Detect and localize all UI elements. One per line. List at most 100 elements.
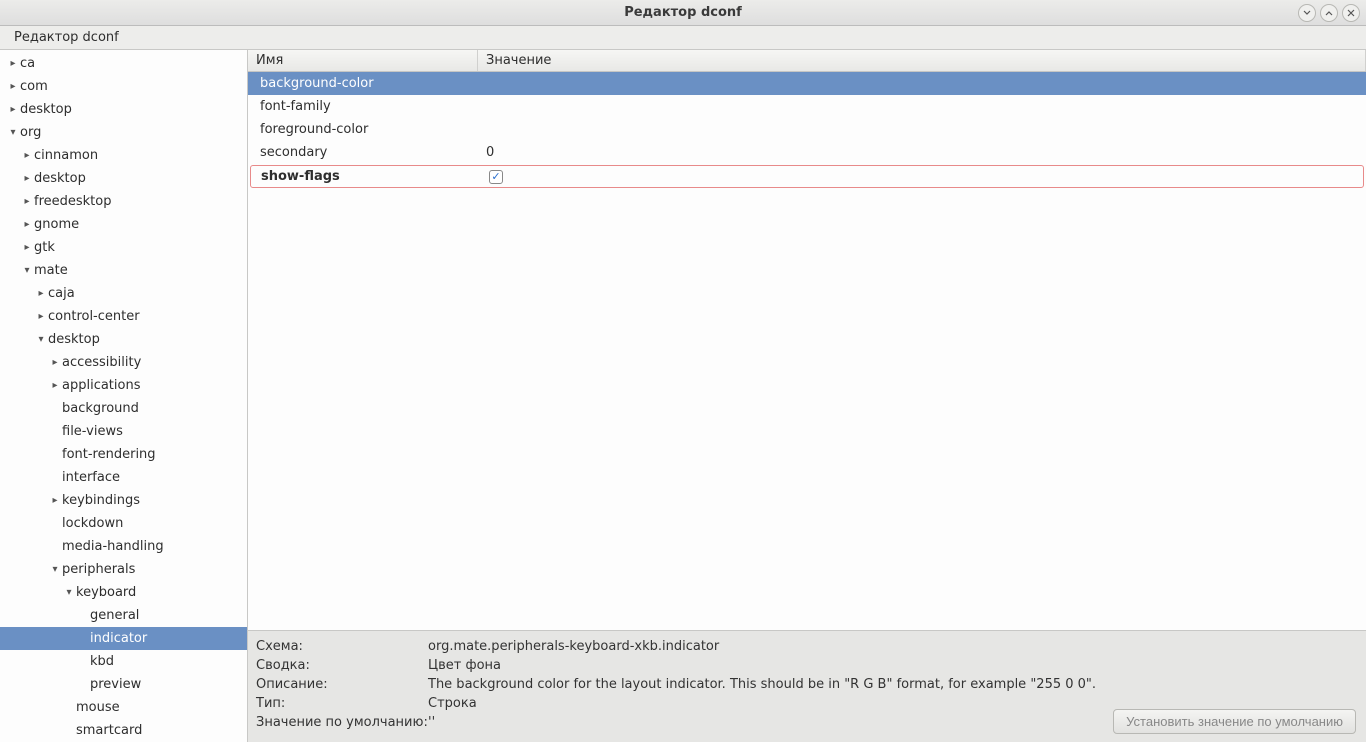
expand-right-icon[interactable]: ▸ bbox=[34, 288, 48, 299]
main-area: ▸ca▸com▸desktop▾org▸cinnamon▸desktop▸fre… bbox=[0, 50, 1366, 742]
description-label: Описание: bbox=[256, 677, 428, 692]
minimize-button[interactable] bbox=[1298, 4, 1316, 22]
expand-right-icon[interactable]: ▸ bbox=[34, 311, 48, 322]
tree-node-desktop[interactable]: ▸desktop bbox=[0, 98, 247, 121]
tree-node-com[interactable]: ▸com bbox=[0, 75, 247, 98]
tree-node-gtk[interactable]: ▸gtk bbox=[0, 236, 247, 259]
tree-node-background[interactable]: background bbox=[0, 397, 247, 420]
tree-node-mouse[interactable]: mouse bbox=[0, 696, 247, 719]
tree-node-font-rendering[interactable]: font-rendering bbox=[0, 443, 247, 466]
tree-node-caja[interactable]: ▸caja bbox=[0, 282, 247, 305]
expand-down-icon[interactable]: ▾ bbox=[48, 564, 62, 575]
expand-right-icon[interactable]: ▸ bbox=[20, 196, 34, 207]
expand-right-icon[interactable]: ▸ bbox=[48, 380, 62, 391]
expand-down-icon[interactable]: ▾ bbox=[62, 587, 76, 598]
key-row-font-family[interactable]: font-family bbox=[248, 95, 1366, 118]
expand-right-icon[interactable]: ▸ bbox=[20, 173, 34, 184]
tree-node-mate[interactable]: ▾mate bbox=[0, 259, 247, 282]
key-row-show-flags[interactable]: show-flags ✓ bbox=[250, 165, 1364, 188]
set-default-button[interactable]: Установить значение по умолчанию bbox=[1113, 709, 1356, 734]
tree-node-keybindings[interactable]: ▸keybindings bbox=[0, 489, 247, 512]
tree-label: preview bbox=[90, 677, 141, 692]
expand-right-icon[interactable]: ▸ bbox=[20, 150, 34, 161]
tree-label: mouse bbox=[76, 700, 120, 715]
expand-right-icon[interactable]: ▸ bbox=[6, 104, 20, 115]
close-button[interactable] bbox=[1342, 4, 1360, 22]
tree-node-org[interactable]: ▾org bbox=[0, 121, 247, 144]
tree-node-interface[interactable]: interface bbox=[0, 466, 247, 489]
summary-value: Цвет фона bbox=[428, 658, 1358, 673]
tree-node-smartcard[interactable]: smartcard bbox=[0, 719, 247, 742]
tree-label: indicator bbox=[90, 631, 147, 646]
key-name: font-family bbox=[248, 99, 478, 114]
tree-label: kbd bbox=[90, 654, 114, 669]
tree-label: caja bbox=[48, 286, 75, 301]
tree-label: mate bbox=[34, 263, 68, 278]
schema-value: org.mate.peripherals-keyboard-xkb.indica… bbox=[428, 639, 1358, 654]
tree-sidebar[interactable]: ▸ca▸com▸desktop▾org▸cinnamon▸desktop▸fre… bbox=[0, 50, 248, 742]
maximize-button[interactable] bbox=[1320, 4, 1338, 22]
checkbox-icon[interactable]: ✓ bbox=[489, 170, 503, 184]
tree-label: ca bbox=[20, 56, 35, 71]
tree-node-preview[interactable]: preview bbox=[0, 673, 247, 696]
tree-node-media-handling[interactable]: media-handling bbox=[0, 535, 247, 558]
key-name: background-color bbox=[248, 76, 478, 91]
key-row-foreground-color[interactable]: foreground-color bbox=[248, 118, 1366, 141]
tree-label: font-rendering bbox=[62, 447, 156, 462]
tree-node-file-views[interactable]: file-views bbox=[0, 420, 247, 443]
tree-label: desktop bbox=[34, 171, 86, 186]
tree-label: gtk bbox=[34, 240, 55, 255]
tree-label: desktop bbox=[20, 102, 72, 117]
tree-node-keyboard[interactable]: ▾keyboard bbox=[0, 581, 247, 604]
description-value: The background color for the layout indi… bbox=[428, 677, 1358, 692]
tree-label: keyboard bbox=[76, 585, 136, 600]
key-value[interactable]: 0 bbox=[478, 145, 1366, 160]
tree-node-peripherals[interactable]: ▾peripherals bbox=[0, 558, 247, 581]
tree-node-desktop[interactable]: ▸desktop bbox=[0, 167, 247, 190]
tree-label: org bbox=[20, 125, 41, 140]
tree-node-indicator[interactable]: indicator bbox=[0, 627, 247, 650]
key-value[interactable]: ✓ bbox=[481, 169, 1363, 184]
expand-right-icon[interactable]: ▸ bbox=[6, 58, 20, 69]
tree-label: gnome bbox=[34, 217, 79, 232]
tree-node-general[interactable]: general bbox=[0, 604, 247, 627]
expand-down-icon[interactable]: ▾ bbox=[20, 265, 34, 276]
tree-label: freedesktop bbox=[34, 194, 112, 209]
column-name[interactable]: Имя bbox=[248, 50, 478, 71]
titlebar: Редактор dconf bbox=[0, 0, 1366, 26]
tree-label: peripherals bbox=[62, 562, 135, 577]
expand-right-icon[interactable]: ▸ bbox=[48, 495, 62, 506]
tree-node-ca[interactable]: ▸ca bbox=[0, 52, 247, 75]
expand-right-icon[interactable]: ▸ bbox=[20, 219, 34, 230]
tree-label: smartcard bbox=[76, 723, 142, 738]
expand-down-icon[interactable]: ▾ bbox=[34, 334, 48, 345]
tree-label: accessibility bbox=[62, 355, 141, 370]
tree-node-cinnamon[interactable]: ▸cinnamon bbox=[0, 144, 247, 167]
tree-node-gnome[interactable]: ▸gnome bbox=[0, 213, 247, 236]
expand-right-icon[interactable]: ▸ bbox=[6, 81, 20, 92]
tree-label: file-views bbox=[62, 424, 123, 439]
tree-label: cinnamon bbox=[34, 148, 98, 163]
window-title: Редактор dconf bbox=[624, 5, 742, 20]
tree-label: com bbox=[20, 79, 48, 94]
key-row-secondary[interactable]: secondary0 bbox=[248, 141, 1366, 164]
tree-node-desktop[interactable]: ▾desktop bbox=[0, 328, 247, 351]
key-row-background-color[interactable]: background-color bbox=[248, 72, 1366, 95]
tree-label: lockdown bbox=[62, 516, 123, 531]
column-value[interactable]: Значение bbox=[478, 50, 1366, 71]
menu-app[interactable]: Редактор dconf bbox=[6, 28, 127, 47]
expand-down-icon[interactable]: ▾ bbox=[6, 127, 20, 138]
tree-node-freedesktop[interactable]: ▸freedesktop bbox=[0, 190, 247, 213]
tree-node-kbd[interactable]: kbd bbox=[0, 650, 247, 673]
tree-node-lockdown[interactable]: lockdown bbox=[0, 512, 247, 535]
content-pane: Имя Значение background-color font-family… bbox=[248, 50, 1366, 742]
tree-node-applications[interactable]: ▸applications bbox=[0, 374, 247, 397]
tree-label: applications bbox=[62, 378, 140, 393]
key-name: show-flags bbox=[251, 169, 481, 184]
tree-node-accessibility[interactable]: ▸accessibility bbox=[0, 351, 247, 374]
tree-label: background bbox=[62, 401, 139, 416]
tree-node-control-center[interactable]: ▸control-center bbox=[0, 305, 247, 328]
key-list[interactable]: background-color font-family foreground-co… bbox=[248, 72, 1366, 630]
expand-right-icon[interactable]: ▸ bbox=[20, 242, 34, 253]
expand-right-icon[interactable]: ▸ bbox=[48, 357, 62, 368]
